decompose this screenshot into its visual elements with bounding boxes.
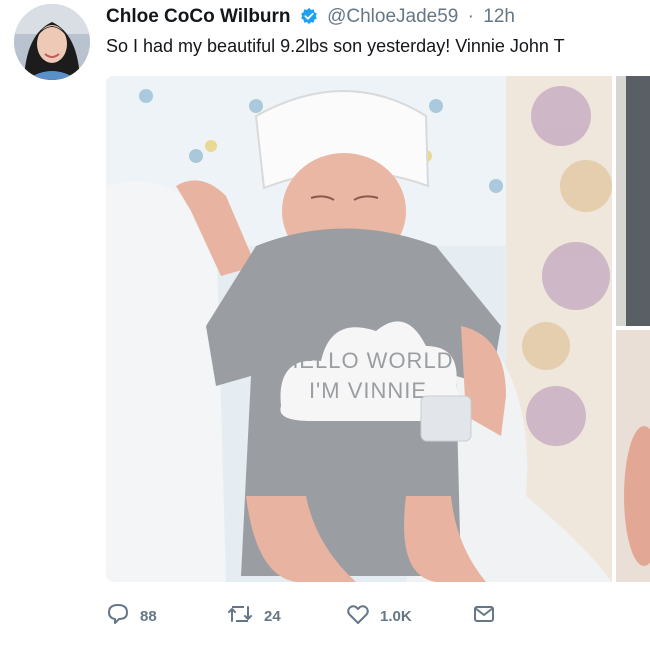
- like-button[interactable]: 1.0K: [346, 600, 412, 632]
- reply-icon: [106, 602, 130, 631]
- tweet-timestamp[interactable]: 12h: [483, 6, 515, 27]
- avatar[interactable]: [14, 4, 90, 80]
- secondary-photo: [616, 76, 650, 582]
- like-count: 1.0K: [380, 607, 412, 625]
- media-photo-main[interactable]: HELLO WORLD I'M VINNIE: [106, 76, 612, 582]
- header-separator: ·: [467, 6, 474, 27]
- direct-message-icon: [472, 602, 496, 631]
- retweet-button[interactable]: 24: [226, 600, 281, 632]
- direct-message-button[interactable]: [472, 600, 496, 632]
- tweet-media[interactable]: HELLO WORLD I'M VINNIE: [106, 76, 650, 582]
- author-handle[interactable]: @ChloeJade59: [327, 6, 458, 27]
- retweet-count: 24: [264, 607, 281, 625]
- onesie-text-line1: HELLO WORLD: [282, 348, 453, 373]
- reply-count: 88: [140, 607, 157, 625]
- baby-photo: HELLO WORLD I'M VINNIE: [106, 76, 612, 582]
- author-name[interactable]: Chloe CoCo Wilburn: [106, 6, 291, 27]
- tweet-actions: 88 24 1.0K: [106, 600, 526, 632]
- media-photo-secondary[interactable]: [616, 76, 650, 582]
- like-icon: [346, 602, 370, 631]
- tweet-text: So I had my beautiful 9.2lbs son yesterd…: [106, 36, 565, 56]
- reply-button[interactable]: 88: [106, 600, 157, 632]
- tweet-header: Chloe CoCo Wilburn @ChloeJade59 · 12h: [106, 4, 515, 30]
- avatar-photo: [14, 4, 90, 80]
- retweet-icon: [226, 602, 254, 631]
- verified-badge-icon: [300, 7, 318, 33]
- onesie-text-line2: I'M VINNIE: [309, 378, 427, 403]
